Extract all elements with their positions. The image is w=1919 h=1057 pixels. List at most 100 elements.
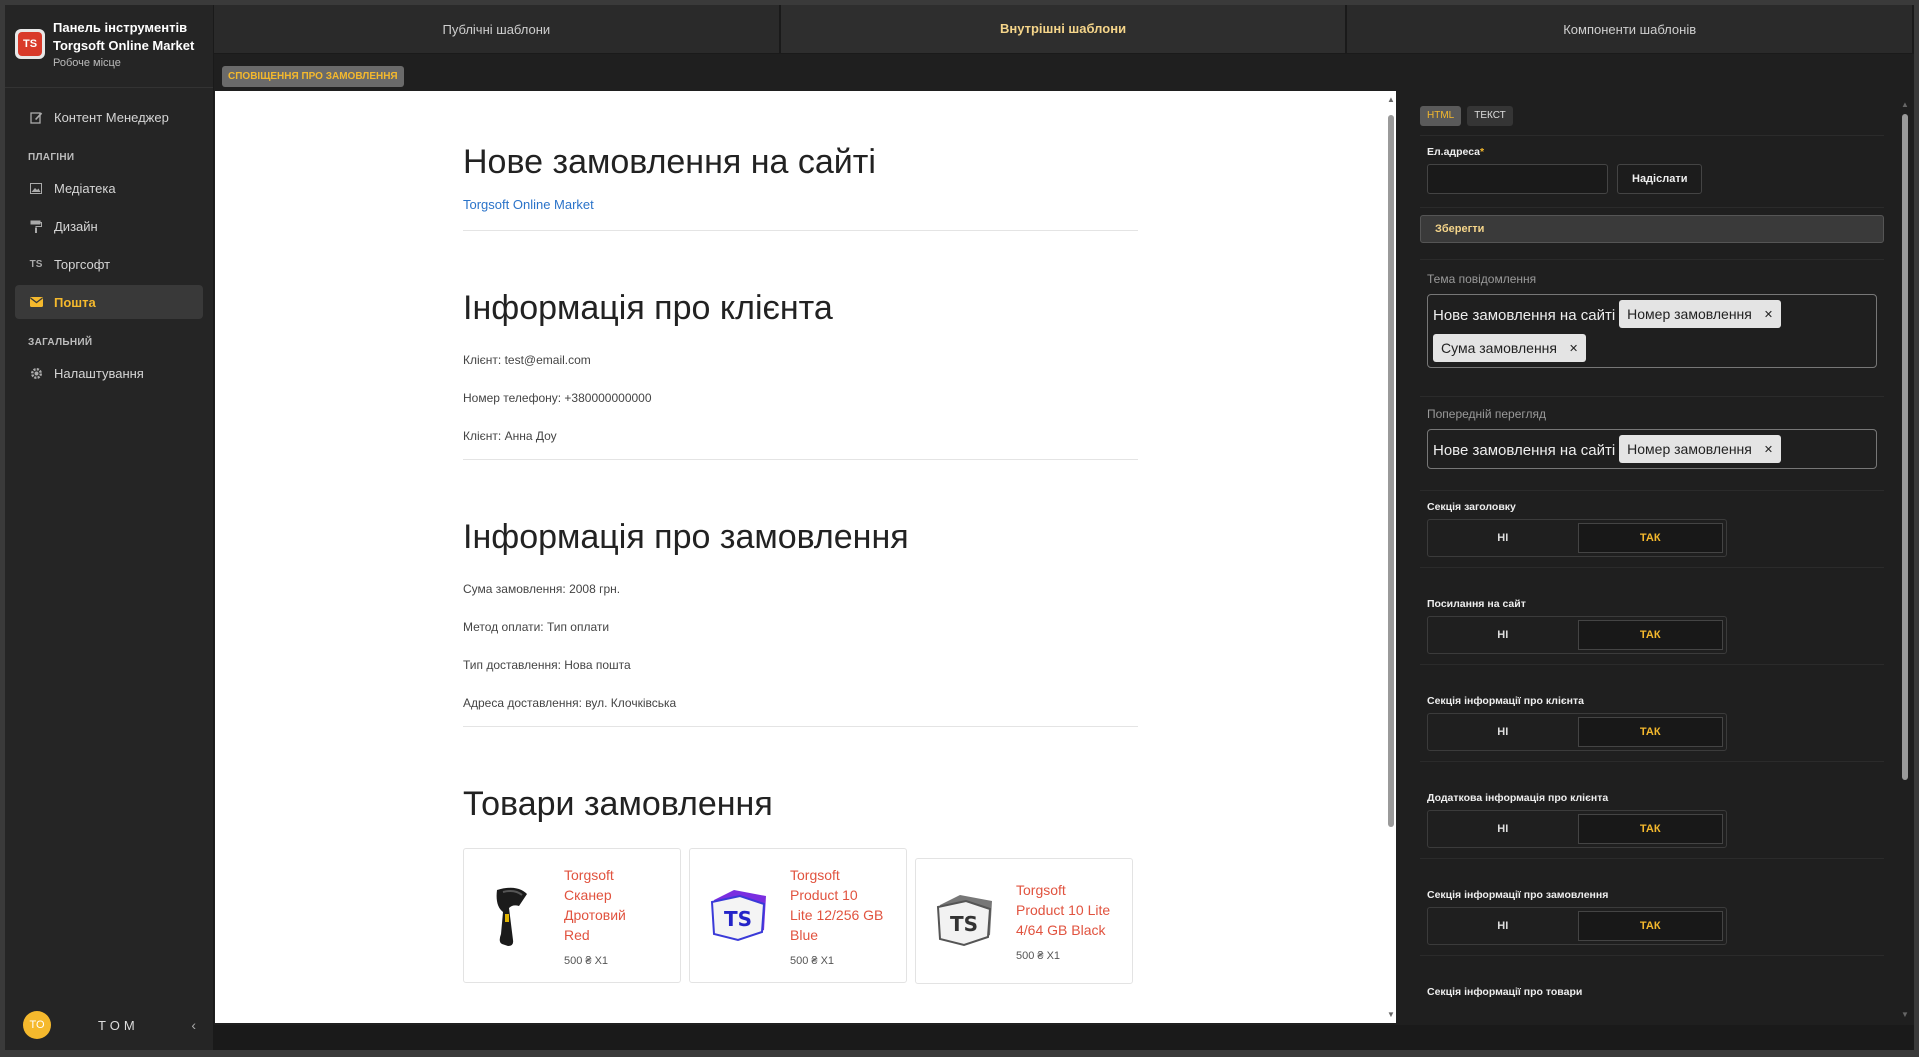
toggle-no[interactable]: НІ — [1431, 911, 1575, 941]
product-card[interactable]: TS Torgsoft Product 10 Lite 12/256 GB Bl… — [689, 848, 907, 983]
preview-text: Нове замовлення на сайті — [1433, 441, 1616, 459]
brand[interactable]: TS Панель інструментів Torgsoft Online M… — [5, 5, 213, 88]
scroll-down-icon[interactable]: ▼ — [1387, 1010, 1395, 1019]
yes-no-toggle: НІ ТАК — [1427, 713, 1727, 751]
sidebar-item-label: Торгсофт — [54, 256, 111, 272]
product-name-line: Blue — [790, 926, 819, 943]
user-name: TOM — [98, 1017, 139, 1033]
product-name-line: Red — [564, 926, 590, 943]
order-heading: Інформація про замовлення — [463, 518, 909, 556]
client-section: Інформація про клієнта Клієнт: test@emai… — [463, 231, 1138, 460]
preview-scroll-thumb[interactable] — [1388, 115, 1394, 827]
client-phone-line: Номер телефону: +380000000000 — [463, 391, 652, 405]
payment-method-line: Метод оплати: Тип оплати — [463, 620, 610, 634]
mode-html-button[interactable]: HTML — [1420, 105, 1462, 126]
subject-text: Нове замовлення на сайті — [1433, 306, 1616, 324]
sidebar-item-mail[interactable]: Пошта — [15, 285, 203, 319]
email-preview: Нове замовлення на сайті Torgsoft Online… — [215, 91, 1394, 1023]
sidebar-item-media[interactable]: Медіатека — [15, 171, 203, 205]
scroll-down-icon[interactable]: ▼ — [1901, 1010, 1909, 1019]
ts-icon: TS — [29, 258, 43, 270]
svg-text:TS: TS — [950, 912, 978, 936]
toggle-no[interactable]: НІ — [1431, 717, 1575, 747]
edit-icon — [29, 110, 43, 124]
save-button[interactable]: Зберегти — [1420, 215, 1884, 243]
subject-label: Тема повідомлення — [1427, 272, 1537, 286]
brand-subtitle: Робоче місце — [53, 57, 121, 69]
product-card[interactable]: Torgsoft Сканер Дротовий Red 500 ₴ X1 — [463, 848, 681, 983]
site-link[interactable]: Torgsoft Online Market — [463, 197, 594, 230]
scroll-up-icon[interactable]: ▲ — [1387, 95, 1395, 104]
toggle-site-link: Посилання на сайт НІ ТАК — [1420, 567, 1884, 664]
sidebar-item-label: Пошта — [54, 294, 96, 310]
yes-no-toggle: НІ ТАК — [1427, 616, 1727, 654]
toggle-yes[interactable]: ТАК — [1577, 814, 1723, 844]
panel-scrollbar[interactable]: ▲ ▼ — [1900, 96, 1910, 1023]
collapse-sidebar-icon[interactable]: ‹ — [191, 1017, 196, 1033]
product-card[interactable]: TS Torgsoft Product 10 Lite 4/64 GB Blac… — [915, 858, 1133, 984]
remove-tag-icon[interactable]: ✕ — [1764, 308, 1773, 321]
barcode-scanner-image — [479, 881, 549, 951]
send-button[interactable]: Надіслати — [1617, 164, 1703, 194]
avatar[interactable]: TO — [23, 1011, 51, 1039]
subject-tag-input[interactable]: Нове замовлення на сайті Номер замовленн… — [1427, 294, 1877, 368]
product-name-line: Lite 12/256 GB — [790, 906, 884, 923]
header-section: Нове замовлення на сайті Torgsoft Online… — [463, 91, 1138, 231]
sidebar-item-torgsoft[interactable]: TS Торгсофт — [15, 247, 203, 281]
order-section: Інформація про замовлення Сума замовленн… — [463, 460, 1138, 727]
preview-block: Попередній перегляд Нове замовлення на с… — [1420, 396, 1884, 490]
toggle-yes[interactable]: ТАК — [1577, 911, 1723, 941]
envelope-icon — [29, 295, 43, 309]
sidebar-item-content-manager[interactable]: Контент Менеджер — [15, 100, 203, 134]
toggle-yes[interactable]: ТАК — [1577, 620, 1723, 650]
tab-internal-templates[interactable]: Внутрішні шаблони — [780, 5, 1346, 53]
preview-tag-input[interactable]: Нове замовлення на сайті Номер замовленн… — [1427, 429, 1877, 469]
subject-tag[interactable]: Сума замовлення ✕ — [1433, 334, 1587, 362]
toggle-no[interactable]: НІ — [1431, 620, 1575, 650]
product-logo-black-image: TS — [931, 886, 1001, 956]
product-price: 500 ₴ X1 — [564, 954, 609, 967]
settings-panel: HTML ТЕКСТ Ел.адреса* Надіслати Зберегти… — [1407, 96, 1897, 1023]
toggle-label: Секція заголовку — [1427, 501, 1516, 513]
tag-label: Сума замовлення — [1441, 340, 1557, 356]
email-title: Нове замовлення на сайті — [463, 143, 876, 181]
tab-public-templates[interactable]: Публічні шаблони — [214, 5, 779, 53]
scroll-up-icon[interactable]: ▲ — [1901, 100, 1909, 109]
toggle-label: Секція інформації про товари — [1427, 986, 1583, 998]
preview-scrollbar[interactable]: ▲ ▼ — [1386, 91, 1396, 1023]
toggle-yes[interactable]: ТАК — [1577, 717, 1723, 747]
test-email-input[interactable] — [1427, 164, 1608, 194]
required-mark: * — [1480, 146, 1485, 158]
mode-text-button[interactable]: ТЕКСТ — [1467, 105, 1513, 126]
product-price: 500 ₴ X1 — [1016, 950, 1061, 962]
tab-template-components[interactable]: Компоненти шаблонів — [1347, 5, 1913, 53]
product-name-line: 4/64 GB Black — [1016, 922, 1106, 938]
toggle-no[interactable]: НІ — [1431, 523, 1575, 553]
order-sum-line: Сума замовлення: 2008 грн. — [463, 582, 621, 596]
toggle-yes[interactable]: ТАК — [1577, 523, 1723, 553]
panel-scroll-thumb[interactable] — [1902, 114, 1908, 780]
products-section: Товари замовлення Torgsoft Сканер Дротов… — [463, 727, 1138, 984]
products-heading: Товари замовлення — [463, 785, 773, 823]
sidebar-item-label: Медіатека — [54, 180, 116, 196]
product-name-line: Product 10 — [790, 886, 858, 903]
email-label-text: Ел.адреса — [1427, 146, 1481, 158]
product-name-line: Torgsoft — [564, 866, 614, 883]
sidebar-item-settings[interactable]: Налаштування — [15, 356, 203, 390]
image-icon — [29, 181, 43, 195]
sidebar-item-design[interactable]: Дизайн — [15, 209, 203, 243]
yes-no-toggle: НІ ТАК — [1427, 907, 1727, 945]
toggle-client-info: Секція інформації про клієнта НІ ТАК — [1420, 664, 1884, 761]
toggle-label: Секція інформації про замовлення — [1427, 889, 1609, 901]
preview-tag[interactable]: Номер замовлення ✕ — [1619, 435, 1782, 463]
gear-icon — [29, 366, 43, 380]
toggle-no[interactable]: НІ — [1431, 814, 1575, 844]
subject-tag[interactable]: Номер замовлення ✕ — [1619, 300, 1782, 328]
template-chip-order-notification[interactable]: СПОВІЩЕННЯ ПРО ЗАМОВЛЕННЯ — [222, 66, 404, 87]
client-email-line: Клієнт: test@email.com — [463, 353, 591, 367]
product-price: 500 ₴ X1 — [790, 954, 835, 967]
remove-tag-icon[interactable]: ✕ — [1569, 342, 1578, 355]
remove-tag-icon[interactable]: ✕ — [1764, 443, 1773, 456]
subject-block: Тема повідомлення Нове замовлення на сай… — [1420, 259, 1884, 396]
